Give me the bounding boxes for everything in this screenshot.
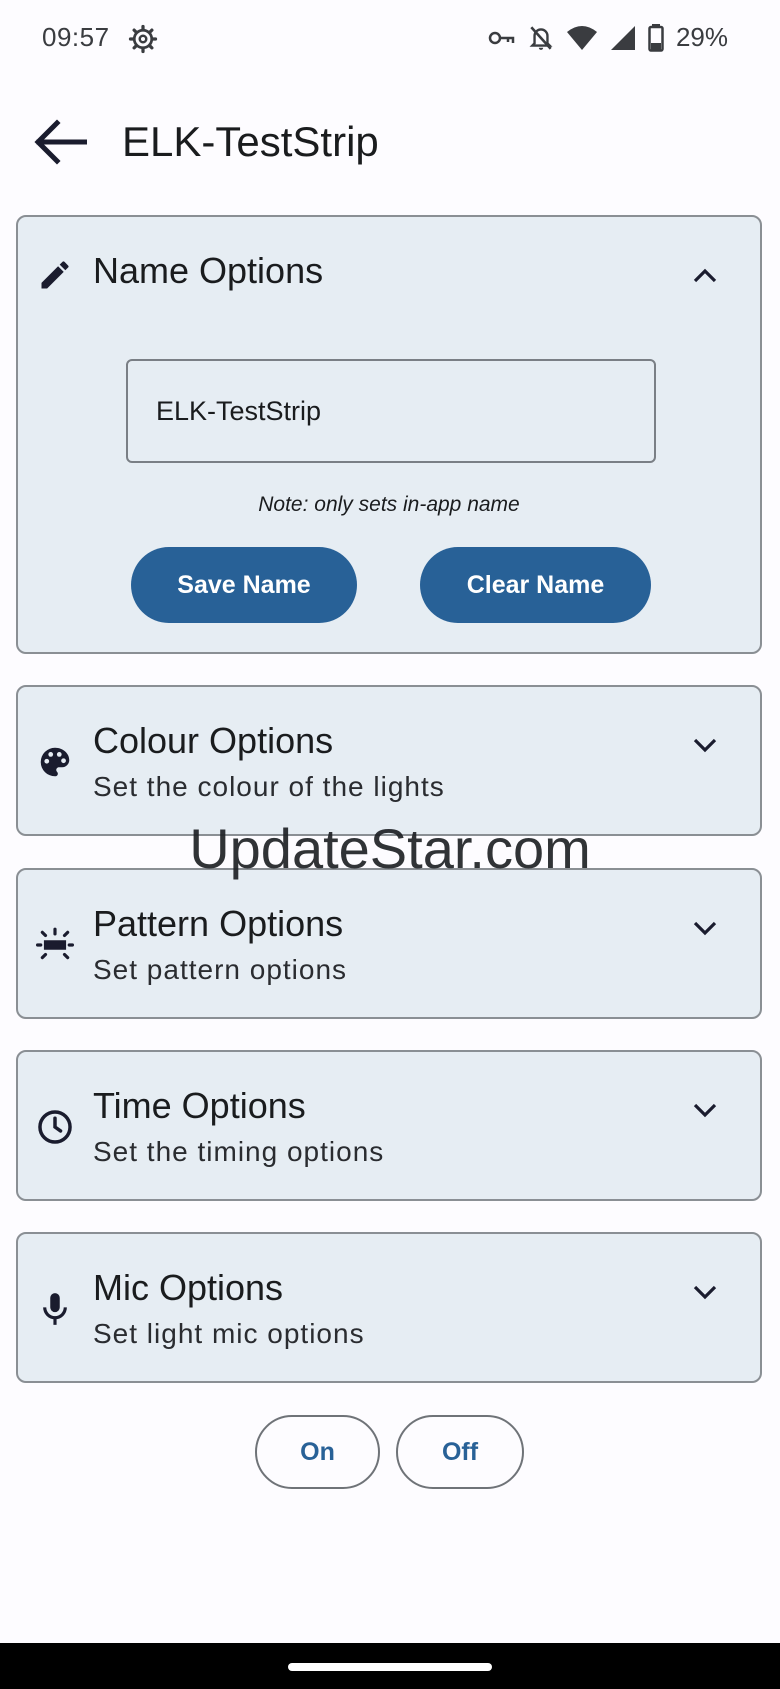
signal-icon — [610, 25, 635, 50]
mic-options-panel[interactable]: Mic Options Set light mic options — [16, 1232, 762, 1383]
mic-icon — [36, 1290, 74, 1328]
pencil-icon — [36, 256, 74, 294]
chevron-up-icon[interactable] — [690, 261, 720, 291]
colour-options-title: Colour Options — [93, 720, 334, 761]
home-indicator[interactable] — [288, 1663, 492, 1671]
power-on-button[interactable]: On — [255, 1415, 380, 1489]
time-options-panel[interactable]: Time Options Set the timing options — [16, 1050, 762, 1201]
save-name-button[interactable]: Save Name — [131, 547, 357, 623]
vpn-key-icon — [488, 31, 515, 44]
chevron-down-icon[interactable] — [690, 1277, 720, 1307]
battery-icon — [648, 23, 664, 52]
time-options-subtitle: Set the timing options — [93, 1136, 385, 1167]
status-icons: 29% — [488, 22, 728, 53]
chevron-down-icon[interactable] — [690, 730, 720, 760]
clear-name-button[interactable]: Clear Name — [420, 547, 651, 623]
colour-options-panel[interactable]: Colour Options Set the colour of the lig… — [16, 685, 762, 836]
app-bar: ELK-TestStrip — [0, 100, 780, 180]
chevron-down-icon[interactable] — [690, 913, 720, 943]
chevron-down-icon[interactable] — [690, 1095, 720, 1125]
page-title: ELK-TestStrip — [122, 118, 379, 165]
battery-percent: 29% — [675, 22, 728, 52]
clock-icon — [36, 1108, 74, 1146]
status-time: 09:57 — [42, 22, 110, 52]
back-button[interactable] — [28, 110, 92, 174]
status-bar: 09:57 29% — [0, 0, 780, 80]
name-input[interactable] — [126, 359, 656, 463]
palette-icon — [36, 743, 74, 781]
notifications-off-icon — [529, 25, 553, 50]
pattern-options-panel[interactable]: Pattern Options Set pattern options — [16, 868, 762, 1019]
arrow-back-icon — [34, 119, 87, 165]
wifi-icon — [566, 25, 597, 50]
name-options-panel: Name Options Note: only sets in-app name… — [16, 215, 762, 654]
name-note: Note: only sets in-app name — [258, 493, 520, 516]
mic-options-title: Mic Options — [93, 1267, 284, 1308]
mic-options-subtitle: Set light mic options — [93, 1318, 365, 1349]
pattern-options-title: Pattern Options — [93, 903, 344, 944]
name-options-title: Name Options — [93, 250, 324, 291]
colour-options-subtitle: Set the colour of the lights — [93, 771, 445, 802]
time-options-title: Time Options — [93, 1085, 306, 1126]
power-off-button[interactable]: Off — [396, 1415, 524, 1489]
navigation-bar — [0, 1643, 780, 1689]
name-options-header[interactable]: Name Options — [18, 217, 760, 327]
settings-icon — [128, 24, 158, 54]
pattern-options-subtitle: Set pattern options — [93, 954, 348, 985]
light-pattern-icon — [36, 926, 74, 964]
